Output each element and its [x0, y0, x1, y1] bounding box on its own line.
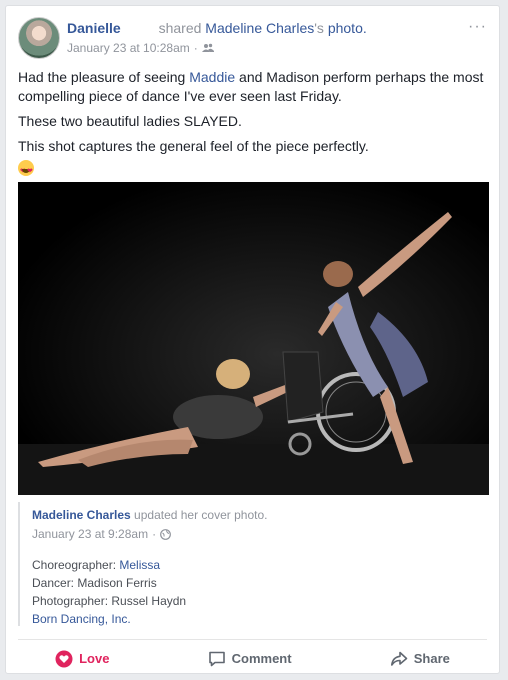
actions-divider — [18, 639, 487, 640]
shared-text: shared Madeline Charles's photo. — [158, 20, 367, 36]
dance-photo-image — [18, 182, 489, 495]
shared-description: Choreographer: Melissa Dancer: Madison F… — [32, 558, 187, 628]
author-name[interactable]: Danielle — [67, 20, 121, 36]
shared-timestamp[interactable]: January 23 at 9:28am — [32, 527, 148, 541]
post-meta: January 23 at 10:28am · — [67, 41, 214, 55]
post-header: Danielle shared Madeline Charles's photo… — [67, 20, 367, 36]
comment-button[interactable]: Comment — [208, 650, 292, 668]
choreographer-link[interactable]: Melissa — [119, 558, 160, 572]
love-icon — [55, 650, 73, 667]
heart-eyes-emoji-icon — [18, 160, 34, 181]
company-link[interactable]: Born Dancing, Inc. — [32, 610, 186, 628]
shared-author-line: Madeline Charles updated her cover photo… — [32, 508, 268, 522]
avatar[interactable] — [18, 17, 60, 59]
post-timestamp[interactable]: January 23 at 10:28am — [67, 41, 190, 55]
comment-icon — [208, 651, 225, 666]
shared-author-link[interactable]: Madeline Charles — [32, 508, 131, 522]
share-button[interactable]: Share — [390, 650, 450, 668]
shared-photo[interactable] — [18, 182, 489, 495]
shared-owner-link[interactable]: Madeline Charles — [205, 20, 314, 36]
mention-link[interactable]: Maddie — [189, 69, 235, 85]
more-options-button[interactable]: ··· — [468, 18, 487, 36]
share-icon — [390, 651, 408, 666]
shared-post-attachment: Madeline Charles updated her cover photo… — [18, 502, 489, 626]
post-actions: Love Comment Share — [6, 642, 499, 675]
love-button[interactable]: Love — [55, 650, 109, 668]
post-text: Had the pleasure of seeing Maddie and Ma… — [18, 68, 488, 181]
shared-meta: January 23 at 9:28am · — [32, 527, 171, 541]
post-card: Danielle shared Madeline Charles's photo… — [5, 5, 500, 674]
photo-link[interactable]: photo. — [328, 20, 367, 36]
globe-icon[interactable] — [160, 528, 171, 540]
friends-icon[interactable] — [201, 43, 214, 53]
